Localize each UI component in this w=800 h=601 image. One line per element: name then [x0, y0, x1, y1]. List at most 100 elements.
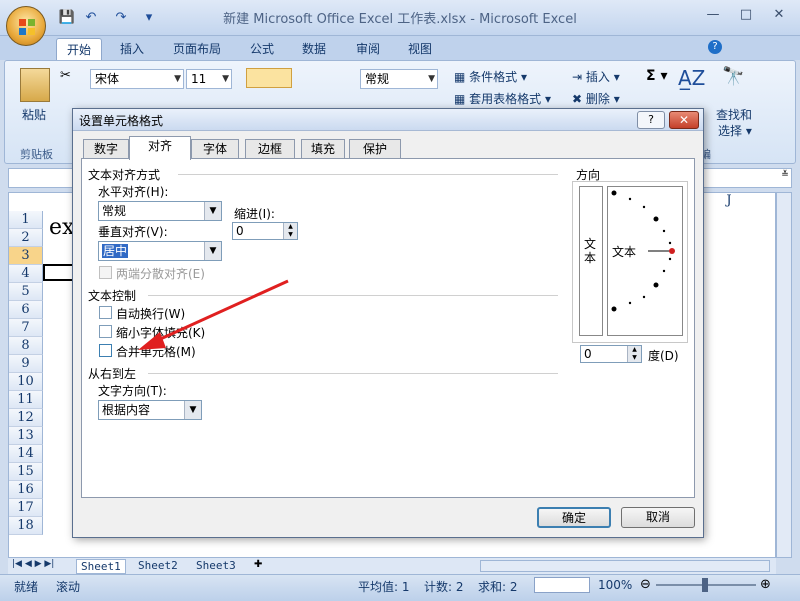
tab-number[interactable]: 数字: [83, 139, 129, 159]
zoom-out-icon[interactable]: ⊖: [640, 577, 651, 592]
ok-button[interactable]: 确定: [537, 507, 611, 528]
horizontal-value: 常规: [102, 204, 127, 218]
row-header[interactable]: 14: [9, 445, 43, 463]
vertical-align-select[interactable]: 居中 ▼: [98, 241, 222, 261]
row-header[interactable]: 7: [9, 319, 43, 337]
spin-down-icon[interactable]: ▼: [283, 231, 297, 239]
help-icon[interactable]: ?: [708, 40, 722, 54]
row-header[interactable]: 9: [9, 355, 43, 373]
number-format-combo[interactable]: 常规 ▼: [360, 69, 438, 89]
tab-alignment[interactable]: 对齐: [129, 136, 191, 160]
text-direction-select[interactable]: 根据内容 ▼: [98, 400, 202, 420]
undo-icon[interactable]: ↶: [82, 9, 100, 27]
indent-spinner[interactable]: 0 ▲ ▼: [232, 222, 298, 240]
dialog-help-button[interactable]: ?: [637, 111, 665, 129]
select-button[interactable]: 选择 ▾: [718, 122, 752, 139]
maximize-button[interactable]: □: [733, 4, 759, 26]
row-header[interactable]: 4: [9, 265, 43, 283]
text-direction-value: 根据内容: [102, 403, 151, 417]
sheet-tab-sheet1[interactable]: Sheet1: [76, 559, 126, 574]
font-name-combo[interactable]: 宋体 ▼: [90, 69, 184, 89]
tab-border[interactable]: 边框: [245, 139, 295, 159]
format-as-table-button[interactable]: ▦ 套用表格格式 ▾: [454, 90, 551, 107]
dropdown-arrow-icon: ▼: [204, 242, 221, 260]
indent-label: 缩进(I):: [234, 207, 275, 221]
view-buttons[interactable]: [534, 577, 590, 593]
tab-page-layout[interactable]: 页面布局: [163, 38, 231, 60]
row-header[interactable]: 10: [9, 373, 43, 391]
vertical-scrollbar[interactable]: [776, 192, 792, 558]
number-format-value: 常规: [365, 72, 390, 86]
autosum-icon[interactable]: Σ ▾: [646, 68, 667, 84]
zoom-slider-thumb[interactable]: [702, 578, 708, 592]
spin-down-icon[interactable]: ▼: [627, 354, 641, 362]
sort-filter-icon[interactable]: A̲Z: [678, 66, 705, 90]
column-header-j[interactable]: J: [709, 193, 749, 211]
dialog-close-button[interactable]: ✕: [669, 111, 699, 129]
paste-icon[interactable]: [20, 68, 50, 102]
insert-sheet-icon[interactable]: ✚: [254, 559, 262, 570]
cancel-button[interactable]: 取消: [621, 507, 695, 528]
tab-home[interactable]: 开始: [56, 38, 103, 60]
row-header[interactable]: 5: [9, 283, 43, 301]
office-button[interactable]: [6, 6, 46, 46]
row-header[interactable]: 18: [9, 517, 43, 535]
sheet-tab-sheet2[interactable]: Sheet2: [134, 559, 182, 574]
row-header[interactable]: 17: [9, 499, 43, 517]
degrees-value: 0: [584, 347, 592, 361]
redo-icon[interactable]: ↷: [112, 9, 130, 27]
paste-button[interactable]: 粘贴: [22, 106, 46, 123]
tab-protection[interactable]: 保护: [349, 139, 401, 159]
row-header[interactable]: 8: [9, 337, 43, 355]
close-window-button[interactable]: ✕: [766, 4, 792, 26]
select-label: 选择: [718, 124, 743, 138]
horizontal-align-select[interactable]: 常规 ▼: [98, 201, 222, 221]
row-header[interactable]: 2: [9, 229, 43, 247]
row-header[interactable]: 12: [9, 409, 43, 427]
shrink-to-fit-checkbox[interactable]: [99, 325, 112, 338]
tab-fill[interactable]: 填充: [301, 139, 345, 159]
tab-view[interactable]: 视图: [398, 38, 442, 60]
row-header[interactable]: 1: [9, 211, 43, 229]
minimize-button[interactable]: —: [700, 4, 726, 26]
zoom-in-icon[interactable]: ⊕: [760, 577, 771, 592]
section-divider: [148, 295, 558, 296]
zoom-level[interactable]: 100%: [598, 578, 632, 592]
horizontal-scrollbar[interactable]: [480, 560, 770, 572]
degrees-spinner[interactable]: 0 ▲ ▼: [580, 345, 642, 363]
save-icon[interactable]: 💾: [58, 9, 76, 27]
tab-font[interactable]: 字体: [191, 139, 239, 159]
tab-insert[interactable]: 插入: [110, 38, 154, 60]
justify-distributed-checkbox[interactable]: [99, 266, 112, 279]
tab-data[interactable]: 数据: [292, 38, 336, 60]
tab-review[interactable]: 审阅: [346, 38, 390, 60]
spin-up-icon[interactable]: ▲: [627, 346, 641, 354]
font-size-combo[interactable]: 11 ▼: [186, 69, 232, 89]
vertical-text-button[interactable]: 文本: [579, 186, 603, 336]
cut-icon[interactable]: ✂: [60, 68, 71, 83]
insert-cells-button[interactable]: ⇥ 插入 ▾: [572, 68, 620, 85]
degrees-label: 度(D): [648, 349, 679, 363]
row-header[interactable]: 13: [9, 427, 43, 445]
row-header[interactable]: 15: [9, 463, 43, 481]
delete-cells-button[interactable]: ✖ 删除 ▾: [572, 90, 620, 107]
customize-qat-icon[interactable]: ▾: [140, 9, 158, 27]
dropdown-arrow-icon: ▼: [184, 401, 201, 419]
row-header[interactable]: 6: [9, 301, 43, 319]
wrap-text-checkbox[interactable]: [99, 306, 112, 319]
tab-formulas[interactable]: 公式: [240, 38, 284, 60]
conditional-format-button[interactable]: ▦ 条件格式 ▾: [454, 68, 527, 85]
find-button[interactable]: 查找和: [716, 106, 752, 123]
row-header[interactable]: 11: [9, 391, 43, 409]
row-header[interactable]: 3: [9, 247, 43, 265]
orientation-dial[interactable]: 文本: [607, 186, 683, 336]
sheet-nav-arrows[interactable]: |◀ ◀ ▶ ▶|: [12, 559, 54, 569]
merge-cells-checkbox[interactable]: [99, 344, 112, 357]
align-middle-button[interactable]: [246, 68, 292, 88]
sheet-tab-sheet3[interactable]: Sheet3: [192, 559, 240, 574]
spin-up-icon[interactable]: ▲: [283, 223, 297, 231]
dialog-title: 设置单元格格式: [79, 114, 164, 128]
row-header[interactable]: 16: [9, 481, 43, 499]
find-select-icon[interactable]: 🔭: [722, 66, 744, 87]
expand-formula-bar-icon[interactable]: ≚: [778, 170, 792, 186]
